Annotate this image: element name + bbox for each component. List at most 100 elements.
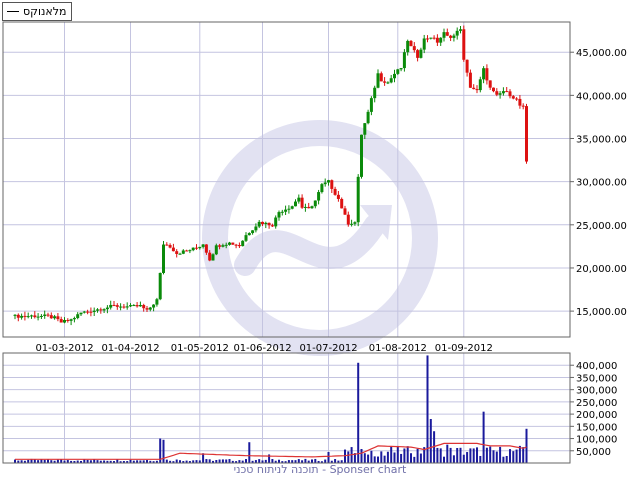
candle-body (39, 315, 43, 317)
candle-body (63, 319, 66, 323)
candle-body (346, 214, 350, 225)
candle-body (129, 305, 132, 307)
volume-bar (403, 448, 406, 463)
candle-body (251, 230, 255, 234)
candle-body (122, 306, 126, 308)
candle-body (399, 68, 403, 70)
volume-bar (426, 355, 429, 463)
candle-body (79, 312, 83, 315)
candle-body (495, 91, 499, 95)
candle-body (455, 30, 459, 36)
volume-bar (476, 447, 478, 463)
candle-body (102, 309, 106, 311)
candle-body (231, 242, 235, 245)
candle-body (112, 304, 116, 306)
candle-body (303, 206, 307, 208)
volume-bar (479, 455, 482, 463)
candle-body (30, 315, 33, 317)
candle-body (488, 80, 492, 88)
candle-body (204, 244, 208, 253)
candle-body (459, 29, 462, 31)
volume-bar (452, 455, 455, 463)
price-y-tick-label: 20,000.00 (576, 264, 627, 275)
candle-body (412, 46, 416, 51)
candle-body (96, 309, 99, 311)
candle-body (218, 245, 222, 247)
volume-bar (472, 448, 475, 463)
candle-body (132, 305, 136, 307)
candle-body (125, 306, 129, 308)
candle-body (69, 319, 73, 321)
candle-body (492, 87, 495, 92)
candle-body (366, 111, 370, 124)
price-y-tick-label: 15,000.00 (576, 307, 627, 318)
candle-body (43, 314, 47, 316)
volume-bar (373, 456, 376, 463)
candle-body (383, 81, 387, 83)
volume-bar (505, 455, 508, 463)
price-y-tick-label: 40,000.00 (576, 91, 627, 102)
volume-bar (489, 446, 492, 463)
candle-body (145, 308, 149, 310)
volume-y-tick-label: 300,000 (576, 386, 617, 397)
candle-body (36, 316, 40, 318)
volume-bar (383, 455, 386, 463)
candle-body (439, 37, 443, 43)
legend-series-name: מלאנוקס (23, 5, 67, 18)
volume-bar (485, 447, 488, 463)
candle-body (228, 242, 231, 245)
candle-body (310, 206, 314, 209)
candle-body (20, 315, 24, 318)
volume-y-tick-label: 50,000 (576, 447, 611, 458)
candle-body (135, 305, 139, 307)
candle-body (449, 35, 453, 38)
candle-body (389, 78, 393, 83)
legend: מלאנוקס (2, 2, 73, 21)
candle-body (409, 40, 413, 47)
price-y-tick-label: 25,000.00 (576, 221, 627, 232)
candle-body (521, 105, 525, 107)
candle-body (165, 244, 169, 246)
candle-body (505, 91, 509, 93)
volume-bar (469, 448, 472, 463)
candle-body (465, 59, 469, 73)
candle-body (353, 222, 357, 224)
candle-body (66, 319, 70, 321)
volume-y-tick-label: 150,000 (576, 422, 617, 433)
volume-y-tick-label: 400,000 (576, 361, 617, 372)
candle-body (208, 252, 212, 261)
x-tick-label: 01-07-2012 (299, 343, 357, 354)
volume-bar (370, 450, 373, 463)
candle-body (178, 253, 182, 255)
volume-y-tick-label: 200,000 (576, 410, 617, 421)
candle-body (82, 311, 86, 313)
candle-body (350, 223, 354, 225)
candle-body (99, 309, 103, 311)
candle-body (317, 192, 321, 201)
candle-body (152, 304, 156, 308)
candle-body (340, 198, 344, 209)
volume-bar (495, 451, 498, 463)
volume-bar (400, 453, 403, 463)
candle-body (198, 246, 202, 249)
candle-body (76, 314, 80, 319)
candle-body (396, 69, 400, 74)
volume-bar (386, 451, 389, 463)
candle-body (244, 235, 248, 241)
candle-body (168, 245, 172, 248)
volume-bar (462, 454, 465, 463)
candle-body (59, 319, 63, 323)
candle-body (13, 314, 17, 316)
candle-body (201, 244, 205, 247)
volume-bar (492, 450, 495, 463)
candle-body (214, 245, 218, 255)
candle-body (336, 194, 340, 199)
candle-body (46, 314, 50, 316)
candle-body (297, 197, 301, 202)
x-tick-label: 01-06-2012 (233, 343, 291, 354)
candle-body (290, 206, 294, 209)
candle-body (379, 73, 383, 82)
candle-body (343, 208, 347, 215)
volume-bar (416, 448, 419, 463)
volume-bar (459, 447, 462, 463)
